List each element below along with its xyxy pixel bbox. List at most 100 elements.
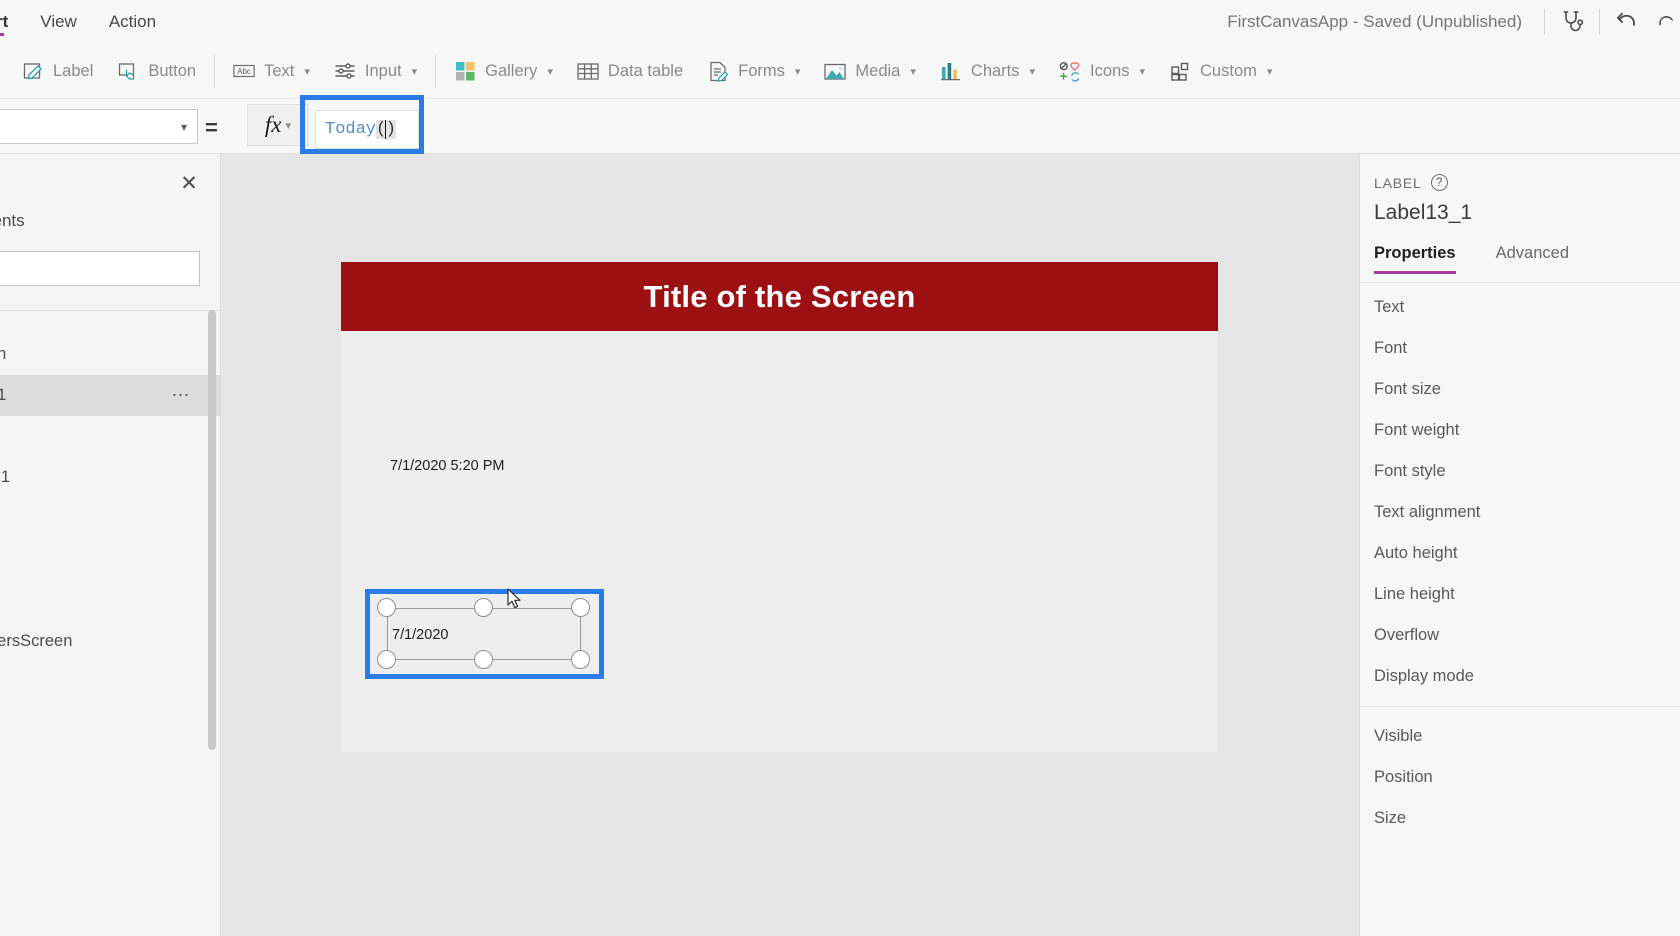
property-row-text-alignment[interactable]: Text alignment	[1360, 492, 1680, 533]
charts-bar-icon	[940, 60, 962, 82]
property-row-visible[interactable]: Visible	[1360, 716, 1680, 757]
title-bar: rt View Action FirstCanvasApp - Saved (U…	[0, 0, 1680, 44]
tree-item-14[interactable]	[0, 908, 221, 936]
resize-handle-bottom-center[interactable]	[474, 650, 493, 669]
property-row-font-weight[interactable]: Font weight	[1360, 410, 1680, 451]
property-row-font-size[interactable]: Font size	[1360, 369, 1680, 410]
icons-shapes-icon	[1059, 60, 1081, 82]
property-row-line-height[interactable]: Line height	[1360, 574, 1680, 615]
ribbon-item-custom[interactable]: Custom ▾	[1157, 51, 1284, 91]
tree-item-11[interactable]	[0, 785, 221, 826]
tree-item-4[interactable]: n	[0, 498, 221, 539]
menu-tab-view[interactable]: View	[24, 0, 93, 44]
ribbon-item-input-label: Input	[364, 61, 402, 80]
property-row-text-label: Text	[1374, 298, 1405, 316]
help-icon[interactable]: ?	[1430, 174, 1448, 191]
redo-icon[interactable]	[1654, 0, 1680, 44]
tree-item-9[interactable]	[0, 703, 221, 744]
property-dropdown[interactable]: ▾	[0, 109, 198, 144]
ribbon-item-media[interactable]: Media ▾	[812, 51, 927, 91]
ribbon-item-media-label: Media	[855, 61, 901, 80]
tree-item-0[interactable]: en	[0, 334, 221, 375]
control-type-row: LABEL ?	[1374, 174, 1448, 191]
resize-handle-bottom-left[interactable]	[377, 650, 396, 669]
tab-properties-label: Properties	[1374, 244, 1456, 262]
property-row-display-mode[interactable]: Display mode	[1360, 656, 1680, 697]
tab-advanced-label: Advanced	[1495, 244, 1570, 262]
property-row-overflow-label: Overflow	[1374, 626, 1440, 644]
tree-item-6[interactable]: n	[0, 580, 221, 621]
tree-item-8[interactable]: n	[0, 662, 221, 703]
canvas-area[interactable]: Title of the Screen 7/1/2020 5:20 PM 7/1…	[221, 154, 1359, 936]
chevron-down-icon: ▾	[285, 119, 292, 132]
ribbon-item-button[interactable]: Button	[105, 51, 208, 91]
tree-item-7[interactable]: nersScreen	[0, 621, 221, 662]
app-screen-preview[interactable]: Title of the Screen 7/1/2020 5:20 PM 7/1…	[341, 262, 1218, 752]
property-row-font[interactable]: Font	[1360, 328, 1680, 369]
properties-pane-tabs: Properties Advanced	[1374, 244, 1569, 274]
app-checker-stethoscope-icon[interactable]	[1545, 0, 1599, 44]
formula-input[interactable]: Today()	[315, 110, 419, 149]
tree-item-2[interactable]	[0, 416, 221, 457]
tree-item-12[interactable]	[0, 826, 221, 867]
menu-tab-insert[interactable]: rt	[0, 0, 24, 44]
ribbon-item-data-table-label: Data table	[607, 61, 684, 80]
tree-item-5[interactable]	[0, 539, 221, 580]
resize-handle-top-center[interactable]	[474, 598, 493, 617]
forms-icon	[707, 60, 729, 82]
resize-handle-top-right[interactable]	[571, 598, 590, 617]
ribbon-item-text-label: Text	[264, 61, 295, 80]
tree-view-scrollbar[interactable]	[208, 310, 216, 750]
ribbon-item-charts[interactable]: Charts ▾	[928, 51, 1047, 91]
close-icon[interactable]: ✕	[176, 170, 202, 196]
tab-advanced[interactable]: Advanced	[1496, 244, 1569, 274]
chevron-down-icon: ▾	[1029, 65, 1036, 78]
chevron-down-icon: ▾	[910, 65, 916, 78]
property-row-font-style-label: Font style	[1374, 462, 1446, 480]
property-row-position[interactable]: Position	[1360, 757, 1680, 798]
label-datetime[interactable]: 7/1/2020 5:20 PM	[390, 458, 504, 474]
ribbon-item-charts-label: Charts	[970, 61, 1020, 80]
fx-label: fx	[264, 112, 282, 137]
formula-close-paren: )	[385, 120, 396, 139]
ribbon-item-input[interactable]: Input ▾	[322, 51, 429, 91]
property-list: Text Font Font size Font weight Font sty…	[1360, 287, 1680, 839]
ribbon-item-custom-label: Custom	[1200, 61, 1257, 80]
search-input[interactable]	[0, 251, 200, 286]
control-name[interactable]: Label13_1	[1374, 201, 1472, 225]
tree-item-3[interactable]: le1	[0, 457, 221, 498]
property-row-overflow[interactable]: Overflow	[1360, 615, 1680, 656]
ribbon-item-forms[interactable]: Forms ▾	[695, 51, 812, 91]
ribbon-item-gallery[interactable]: Gallery ▾	[442, 51, 565, 91]
screen-title-banner[interactable]: Title of the Screen	[341, 262, 1218, 331]
ribbon-item-icons[interactable]: Icons ▾	[1047, 51, 1157, 91]
menu-tab-view-label: View	[40, 12, 77, 31]
tree-item-1[interactable]: _1 ⋯	[0, 375, 221, 416]
tree-item-10[interactable]	[0, 744, 221, 785]
ribbon-item-label[interactable]: Label	[10, 51, 105, 91]
data-table-icon	[577, 60, 599, 82]
ribbon-item-data-table[interactable]: Data table	[565, 51, 695, 91]
undo-icon[interactable]	[1600, 0, 1654, 44]
property-row-text[interactable]: Text	[1360, 287, 1680, 328]
property-row-text-alignment-label: Text alignment	[1374, 503, 1481, 521]
svg-text:Abc: Abc	[237, 67, 251, 76]
property-row-size[interactable]: Size	[1360, 798, 1680, 839]
tree-item-13[interactable]	[0, 867, 221, 908]
property-row-font-style[interactable]: Font style	[1360, 451, 1680, 492]
tab-properties[interactable]: Properties	[1374, 244, 1456, 274]
label-date[interactable]: 7/1/2020	[392, 627, 448, 643]
resize-handle-bottom-right[interactable]	[571, 650, 590, 669]
selected-label-wrapper: 7/1/2020	[365, 589, 604, 679]
control-type-label: LABEL	[1374, 174, 1422, 191]
menu-tab-action[interactable]: Action	[93, 0, 172, 44]
title-bar-right: FirstCanvasApp - Saved (Unpublished)	[1227, 0, 1680, 44]
ribbon-item-text[interactable]: Abc Text ▾	[221, 51, 322, 91]
chevron-down-icon: ▾	[1266, 65, 1273, 78]
tree-item-context-menu-icon[interactable]: ⋯	[172, 385, 192, 406]
chevron-down-icon: ▾	[180, 119, 187, 134]
properties-pane: LABEL ? Label13_1 Properties Advanced Te…	[1359, 154, 1680, 936]
screen-title-text: Title of the Screen	[643, 278, 916, 314]
property-row-auto-height[interactable]: Auto height	[1360, 533, 1680, 574]
resize-handle-top-left[interactable]	[377, 598, 396, 617]
